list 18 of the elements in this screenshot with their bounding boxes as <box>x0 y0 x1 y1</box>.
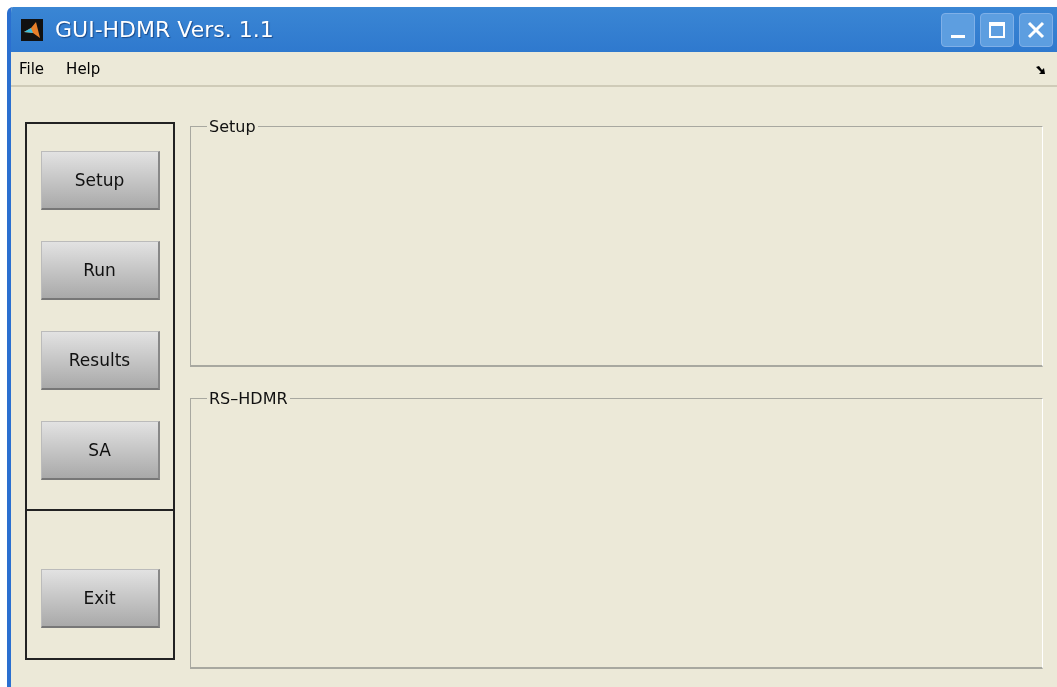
nav-button[interactable]: SA <box>40 421 160 480</box>
minimize-icon <box>951 34 965 38</box>
app-logo-icon <box>21 18 43 41</box>
close-button[interactable] <box>1019 12 1053 47</box>
nav-button[interactable]: Results <box>40 331 160 390</box>
menu-item[interactable]: File <box>19 59 45 78</box>
nav-button[interactable]: Run <box>40 241 160 300</box>
panel-title: Setup <box>208 117 257 136</box>
maximize-button[interactable] <box>980 12 1014 47</box>
menu-item[interactable]: Help <box>66 59 101 78</box>
panel-title: RS–HDMR <box>208 389 289 408</box>
exit-button[interactable]: Exit <box>40 569 160 628</box>
nav-button[interactable]: Setup <box>40 151 160 210</box>
maximize-icon <box>988 20 1006 39</box>
dock-arrow-icon[interactable] <box>1036 66 1046 75</box>
close-icon <box>1026 19 1046 40</box>
minimize-button[interactable] <box>941 12 975 47</box>
window-title: GUI-HDMR Vers. 1.1 <box>55 17 275 42</box>
